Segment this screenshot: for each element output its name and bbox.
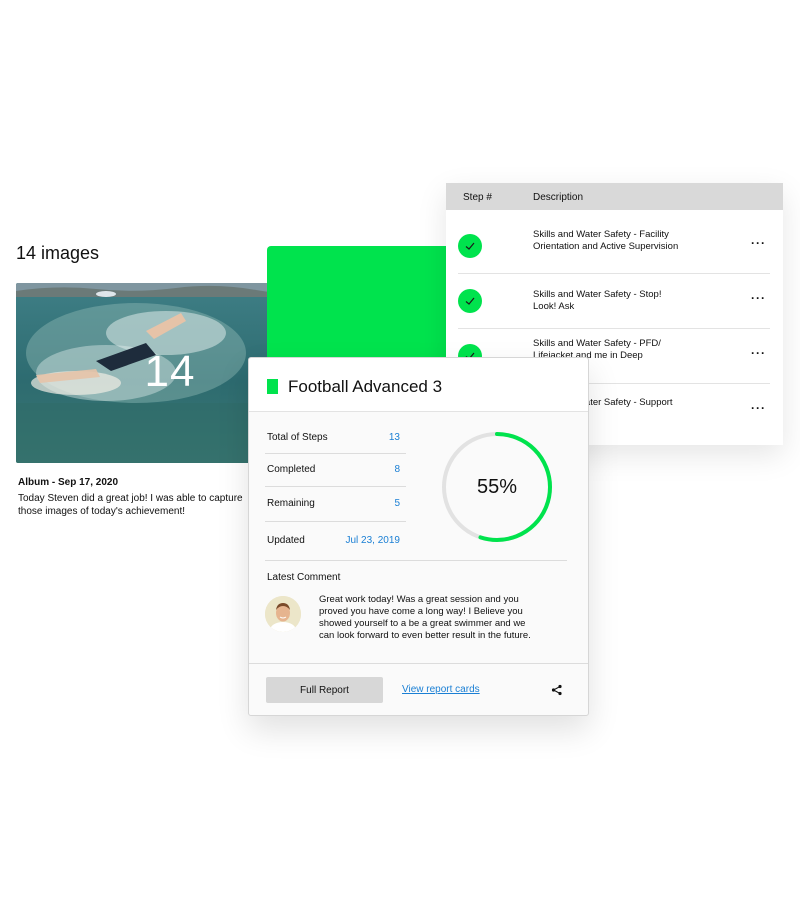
- comment-text: Great work today! Was a great session an…: [319, 594, 531, 641]
- column-step: Step #: [463, 192, 492, 203]
- progress-percent: 55%: [476, 476, 518, 498]
- accent-block: [267, 246, 457, 366]
- step-row[interactable]: Skills and Water Safety - Facility Orien…: [458, 218, 770, 274]
- stat-remaining: Remaining 5: [265, 487, 406, 522]
- full-report-button[interactable]: Full Report: [266, 677, 383, 703]
- comment-label: Latest Comment: [267, 572, 341, 583]
- report-card: Football Advanced 3 Total of Steps 13 Co…: [248, 357, 589, 716]
- check-icon: [458, 234, 482, 258]
- stat-label: Remaining: [267, 498, 315, 509]
- card-title: Football Advanced 3: [288, 377, 443, 396]
- stat-label: Updated: [267, 535, 305, 546]
- stat-value: 8: [394, 464, 400, 475]
- step-description: Skills and Water Safety - Facility Orien…: [533, 229, 679, 252]
- step-row[interactable]: Skills and Water Safety - Stop! Look! As…: [458, 274, 770, 329]
- status-marker: [267, 379, 278, 394]
- more-icon[interactable]: ···: [751, 346, 766, 360]
- view-report-cards-link[interactable]: View report cards: [402, 684, 480, 695]
- more-icon[interactable]: ···: [751, 236, 766, 250]
- stat-label: Total of Steps: [267, 432, 328, 443]
- card-header: Football Advanced 3: [249, 358, 588, 412]
- progress-ring: 55%: [439, 429, 555, 545]
- album-caption: Today Steven did a great job! I was able…: [18, 493, 243, 517]
- card-footer: Full Report View report cards: [249, 663, 588, 715]
- step-description: Skills and Water Safety - Stop! Look! As…: [533, 289, 662, 312]
- stat-value: Jul 23, 2019: [345, 535, 401, 546]
- divider: [265, 560, 567, 561]
- steps-table-header: Step # Description: [446, 183, 783, 210]
- stat-completed: Completed 8: [265, 454, 406, 487]
- album-date: Album - Sep 17, 2020: [18, 477, 119, 488]
- avatar: [265, 596, 301, 632]
- more-icon[interactable]: ···: [751, 291, 766, 305]
- check-icon: [458, 289, 482, 313]
- share-icon[interactable]: [551, 683, 563, 701]
- more-icon[interactable]: ···: [751, 401, 766, 415]
- stat-total-steps: Total of Steps 13: [265, 421, 406, 454]
- stat-value: 5: [394, 498, 400, 509]
- album-title: 14 images: [16, 243, 100, 263]
- column-description: Description: [533, 192, 584, 203]
- stat-label: Completed: [267, 464, 316, 475]
- stat-value: 13: [388, 432, 400, 443]
- stat-updated: Updated Jul 23, 2019: [265, 522, 406, 555]
